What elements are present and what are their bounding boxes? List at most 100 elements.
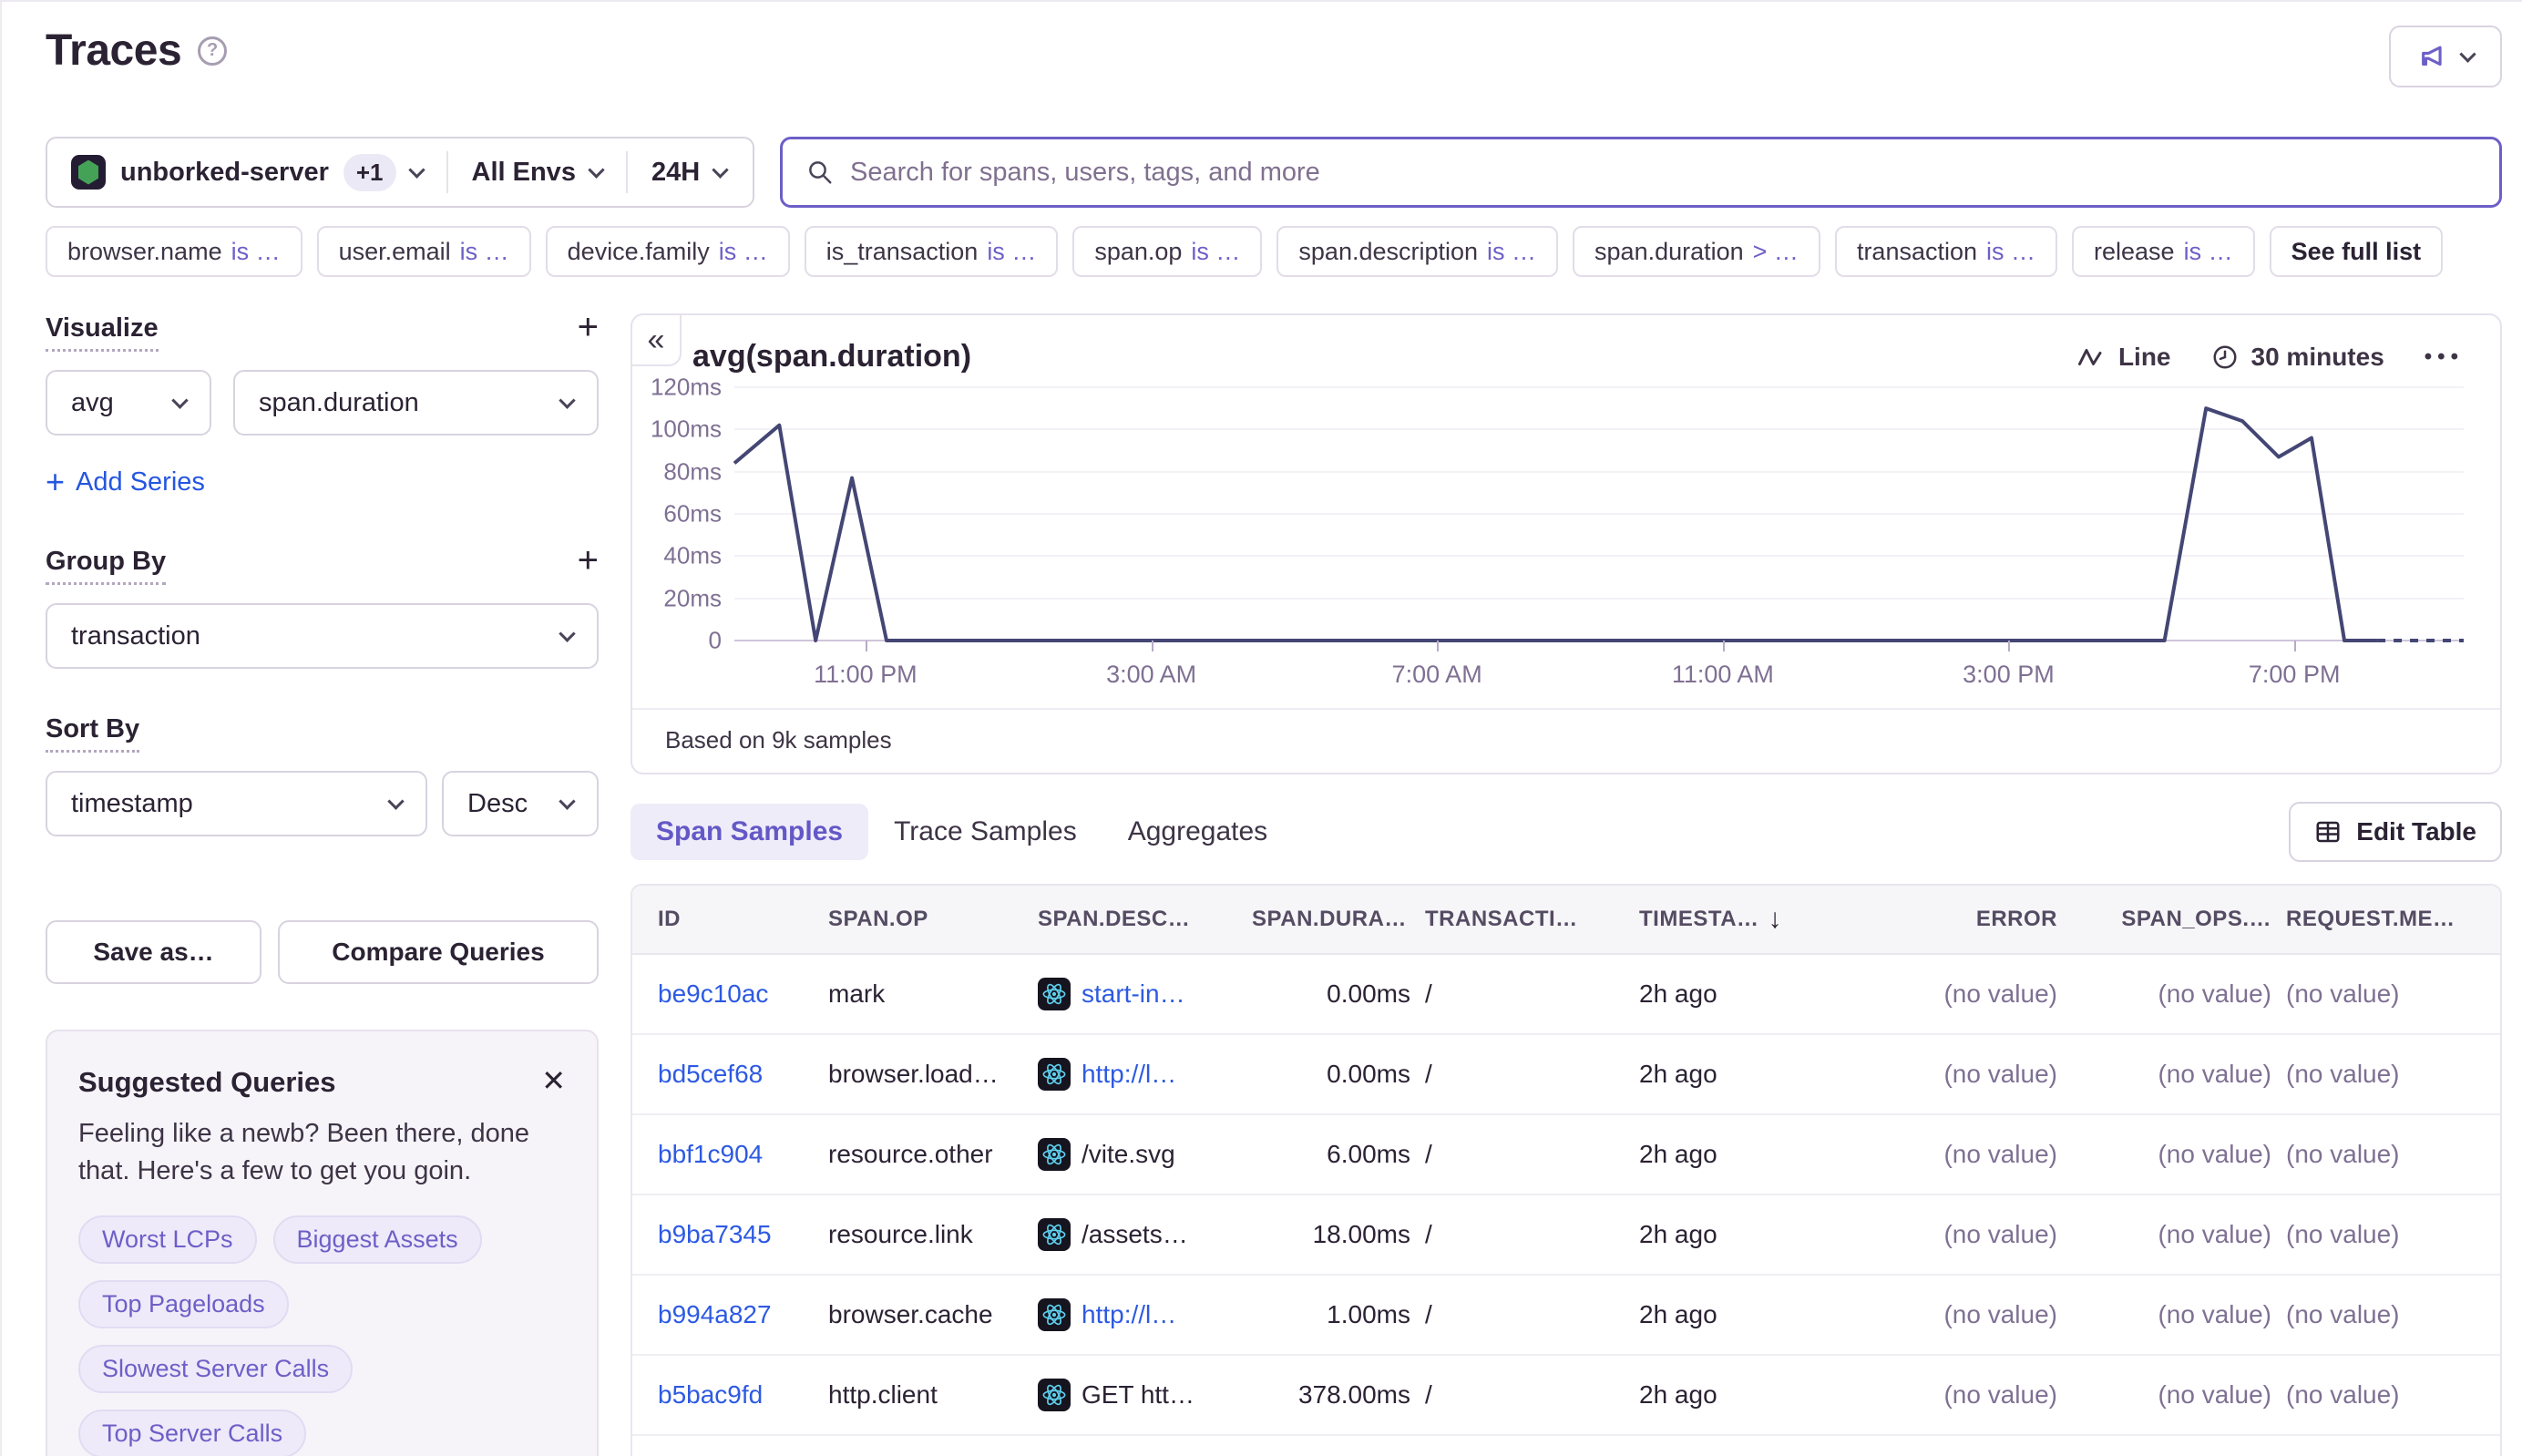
help-icon[interactable]: ? [198,36,227,66]
filter-chip-user.email[interactable]: user.emailis … [317,226,531,277]
cell-span-id[interactable]: b9ba7345 [632,1220,828,1249]
see-full-list-button[interactable]: See full list [2270,226,2444,277]
suggested-chip[interactable]: Biggest Assets [273,1215,482,1264]
suggested-chip[interactable]: Slowest Server Calls [78,1345,353,1393]
search-bar[interactable] [780,137,2502,208]
sort-field-select[interactable]: timestamp [46,771,427,836]
span-description-text[interactable]: http://l… [1082,1300,1176,1329]
close-icon[interactable]: ✕ [541,1066,566,1095]
chart-type-label: Line [2118,343,2171,372]
add-visualize-button[interactable]: + [578,313,599,341]
cell-span-duration: 378.00ms [1252,1380,1425,1410]
project-selector[interactable]: unborked-server +1 [47,138,446,206]
date-range-selector[interactable]: 24H [628,138,750,206]
traces-page: Traces ? unborked-server +1 [0,2,2522,1456]
cell-transaction: / [1425,1220,1639,1249]
tab-trace-samples[interactable]: Trace Samples [868,804,1102,860]
column-header-span-op[interactable]: SPAN.OP [828,907,1038,932]
suggested-chip[interactable]: Top Server Calls [78,1410,306,1456]
cell-span-op: resource.other [828,1140,1038,1169]
cell-span-id[interactable]: bd5cef68 [632,1060,828,1089]
cell-span-ops: (no value) [2072,1060,2286,1089]
chart-type-toggle[interactable]: Line [2078,343,2171,372]
chevron-down-icon [712,161,728,178]
cell-span-description[interactable]: GET htt… [1038,1379,1252,1411]
search-input[interactable] [850,158,2476,188]
filter-chip-span.description[interactable]: span.descriptionis … [1276,226,1558,277]
filter-chip-transaction[interactable]: transactionis … [1835,226,2057,277]
cell-span-description[interactable]: http://l… [1038,1058,1252,1091]
timestamp-value[interactable]: 2h ago [1639,1140,1717,1169]
filter-chip-key: user.email [339,238,451,266]
cell-timestamp: 2h ago [1639,979,1871,1009]
sort-direction-select[interactable]: Desc [442,771,599,836]
chart-plot-area[interactable]: 11:00 PM3:00 AM7:00 AM11:00 AM3:00 PM7:0… [734,387,2464,641]
cell-span-id[interactable]: be9c10ac [632,979,828,1009]
suggested-chip[interactable]: Top Pageloads [78,1280,289,1328]
y-tick-label: 0 [709,627,722,655]
field-select[interactable]: span.duration [233,370,599,436]
timestamp-value[interactable]: 2h ago [1639,1300,1717,1329]
compare-queries-button[interactable]: Compare Queries [278,920,599,984]
column-header-span-desc-[interactable]: SPAN.DESC… [1038,907,1252,932]
environment-selector[interactable]: All Envs [448,138,626,206]
timestamp-value[interactable]: 2h ago [1639,979,1717,1009]
collapse-sidebar-button[interactable]: « [630,313,682,366]
filter-chip-key: device.family [568,238,710,266]
add-series-button[interactable]: + Add Series [46,463,599,501]
filter-chip-is_transaction[interactable]: is_transactionis … [805,226,1059,277]
span-id-link[interactable]: be9c10ac [658,979,768,1008]
cell-span-id[interactable]: b5bac9fd [632,1380,828,1410]
span-id-link[interactable]: bbf1c904 [658,1140,763,1168]
timestamp-value[interactable]: 2h ago [1639,1060,1717,1089]
sort-direction-value: Desc [467,789,528,819]
filter-chip-op: is … [987,238,1036,266]
table-row: b5bac9fdhttp.clientGET htt…378.00ms/2h a… [632,1356,2500,1436]
cell-span-description[interactable]: start-in… [1038,978,1252,1010]
column-header-span-dura-[interactable]: SPAN.DURA… [1252,907,1425,932]
chevron-down-icon [171,392,188,408]
whats-new-button[interactable] [2389,26,2502,87]
suggested-chip[interactable]: Worst LCPs [78,1215,257,1264]
filter-chip-span.duration[interactable]: span.duration> … [1573,226,1820,277]
cell-span-description[interactable]: /vite.svg [1038,1138,1252,1171]
tab-span-samples[interactable]: Span Samples [630,804,868,860]
cell-span-op: resource.link [828,1220,1038,1249]
filter-chip-release[interactable]: releaseis … [2072,226,2255,277]
timestamp-value[interactable]: 2h ago [1639,1380,1717,1410]
span-id-link[interactable]: bd5cef68 [658,1060,763,1088]
timestamp-value[interactable]: 2h ago [1639,1220,1717,1249]
group-by-select[interactable]: transaction [46,603,599,669]
cell-span-id[interactable]: b994a827 [632,1300,828,1329]
column-header-id[interactable]: ID [632,907,828,932]
span-description-text[interactable]: start-in… [1082,979,1185,1009]
column-header-transacti-[interactable]: TRANSACTI… [1425,907,1639,932]
span-id-link[interactable]: b994a827 [658,1300,772,1328]
edit-table-button[interactable]: Edit Table [2289,802,2502,862]
cell-span-ops: (no value) [2072,1140,2286,1169]
cell-span-id[interactable]: bbf1c904 [632,1140,828,1169]
aggregate-select[interactable]: avg [46,370,211,436]
filter-chip-browser.name[interactable]: browser.nameis … [46,226,302,277]
suggested-queries-card: Suggested Queries ✕ Feeling like a newb?… [46,1030,599,1456]
filter-key-chips: browser.nameis …user.emailis …device.fam… [46,226,2502,277]
span-id-link[interactable]: b9ba7345 [658,1220,772,1248]
cell-transaction: / [1425,1060,1639,1089]
span-description-text[interactable]: http://l… [1082,1060,1176,1089]
chart-overflow-menu-icon[interactable]: ••• [2425,344,2464,370]
cell-span-description[interactable]: /assets… [1038,1218,1252,1251]
filter-chip-span.op[interactable]: span.opis … [1072,226,1262,277]
column-header-span-ops-[interactable]: SPAN_OPS.… [2072,907,2286,932]
column-header-timesta-[interactable]: TIMESTA…↓ [1639,904,1871,935]
span-id-link[interactable]: b5bac9fd [658,1380,763,1409]
tab-aggregates[interactable]: Aggregates [1102,804,1293,860]
suggested-query-chips: Worst LCPs Biggest Assets Top Pageloads Slo… [78,1215,566,1456]
filter-chip-device.family[interactable]: device.familyis … [546,226,790,277]
add-group-by-button[interactable]: + [578,547,599,574]
save-as-button[interactable]: Save as… [46,920,261,984]
react-icon [1038,1058,1071,1091]
column-header-request-me-[interactable]: REQUEST.ME… [2286,907,2500,932]
column-header-error[interactable]: ERROR [1871,907,2072,932]
chart-interval-selector[interactable]: 30 minutes [2211,343,2384,372]
cell-span-description[interactable]: http://l… [1038,1298,1252,1331]
